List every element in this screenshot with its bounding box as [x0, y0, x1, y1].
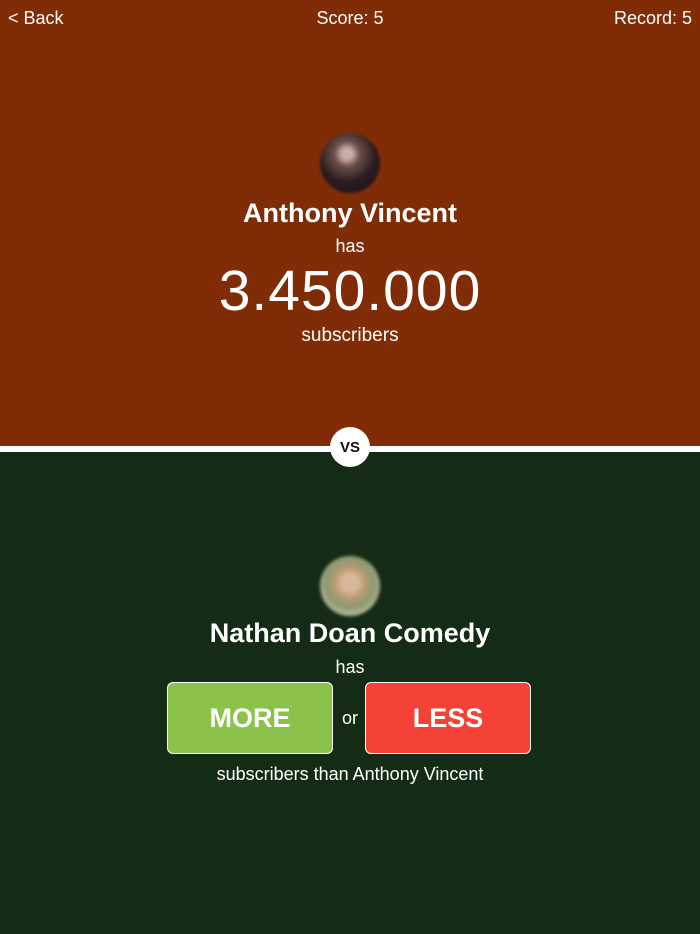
comparison-text: subscribers than Anthony Vincent: [216, 764, 484, 784]
vs-badge: VS: [330, 427, 370, 467]
less-button[interactable]: LESS: [365, 682, 531, 754]
subscribers-unit-label: subscribers: [301, 325, 399, 346]
more-button[interactable]: MORE: [167, 682, 333, 754]
challenger-channel-panel: [0, 452, 700, 934]
challenger-channel-name: Nathan Doan Comedy: [209, 618, 491, 648]
challenger-has-label: has: [335, 657, 365, 677]
current-channel-name: Anthony Vincent: [242, 198, 457, 228]
subscriber-count: 3.450.000: [218, 259, 482, 323]
current-channel-panel: < Back Score: 5 Record: 5 Anthony Vincen…: [0, 0, 700, 446]
or-label: or: [341, 708, 358, 728]
record-label: Record: 5: [613, 8, 692, 28]
game-header: < Back Score: 5 Record: 5: [0, 0, 700, 38]
challenger-channel-avatar: [320, 556, 380, 616]
score-label: Score: 5: [316, 8, 384, 28]
current-has-label: has: [335, 236, 365, 256]
current-channel-avatar: [320, 133, 380, 193]
